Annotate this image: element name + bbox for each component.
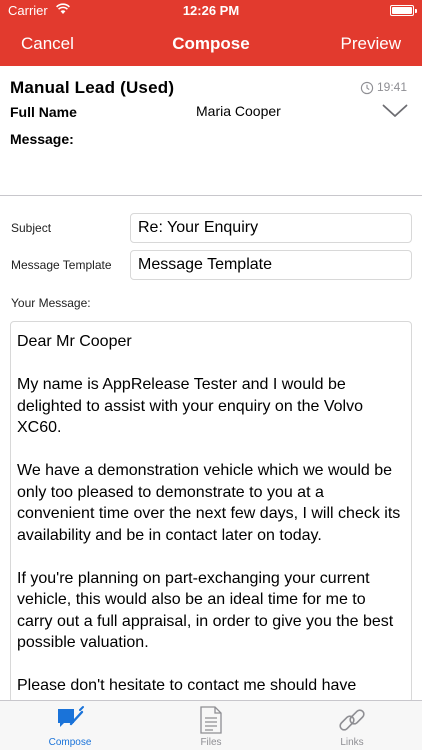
file-icon xyxy=(200,706,222,734)
message-paragraph: My name is AppRelease Tester and I would… xyxy=(17,376,363,436)
message-paragraph: We have a demonstration vehicle which we… xyxy=(17,462,401,544)
full-name-value: Maria Cooper xyxy=(196,103,281,119)
link-icon xyxy=(339,709,365,731)
message-textarea[interactable]: Dear Mr Cooper My name is AppRelease Tes… xyxy=(10,321,412,703)
battery-icon xyxy=(390,5,417,16)
subject-label: Subject xyxy=(11,221,52,235)
message-paragraph: If you're planning on part-exchanging yo… xyxy=(17,569,394,652)
clock-icon xyxy=(360,81,374,95)
tab-links-label: Links xyxy=(340,737,364,748)
navigation-bar: Cancel Compose Preview xyxy=(0,22,422,66)
status-time: 12:26 PM xyxy=(182,3,240,18)
message-template-field[interactable]: Message Template xyxy=(130,250,412,280)
lead-title: Manual Lead (Used) xyxy=(10,78,175,97)
subject-field[interactable]: Re: Your Enquiry xyxy=(130,213,412,243)
tab-links[interactable]: Links xyxy=(282,701,422,750)
full-name-label: Full Name xyxy=(10,104,77,120)
tab-files-label: Files xyxy=(200,737,222,748)
tab-compose-label: Compose xyxy=(48,737,92,748)
compose-icon xyxy=(58,706,84,727)
message-template-label: Message Template xyxy=(11,258,112,272)
tab-compose[interactable]: Compose xyxy=(0,701,140,750)
tab-bar: Compose Files Links xyxy=(0,700,422,750)
message-label: Message: xyxy=(10,131,74,147)
preview-button[interactable]: Preview xyxy=(341,34,401,54)
lead-time: 19:41 xyxy=(377,80,408,94)
message-paragraph: Please don't hesitate to contact me shou… xyxy=(17,677,357,694)
tab-files[interactable]: Files xyxy=(141,701,281,750)
chevron-down-icon[interactable] xyxy=(382,104,408,118)
message-paragraph: Dear Mr Cooper xyxy=(17,333,132,350)
status-bar: Carrier 12:26 PM xyxy=(0,0,422,22)
lead-summary: Manual Lead (Used) 19:41 Full Name Maria… xyxy=(0,66,422,196)
your-message-label: Your Message: xyxy=(11,296,91,310)
